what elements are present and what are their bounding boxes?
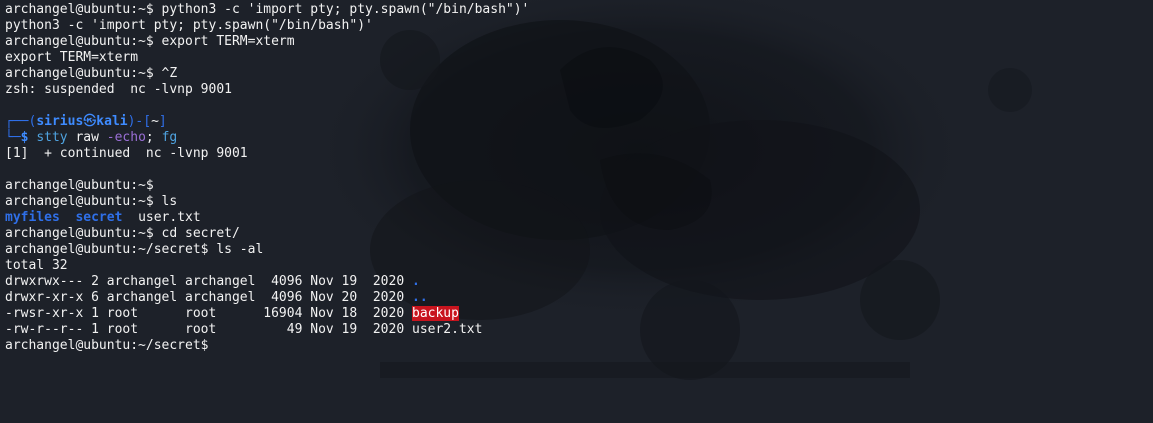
output-text: archangel@ubuntu:~$ ^Z [5, 66, 178, 81]
prompt-frame: ┌──( [5, 114, 37, 129]
output-text: zsh: suspended nc -lvnp 9001 [5, 82, 232, 97]
output-text: python3 -c 'import pty; pty.spawn("/bin/… [5, 18, 373, 33]
directory-name: .. [412, 290, 428, 305]
directory-name: myfiles [5, 210, 60, 225]
output-text: archangel@ubuntu:~$ export TERM=xterm [5, 34, 295, 49]
output-text: -rw-r--r-- 1 root root 49 Nov 19 2020 us… [5, 322, 483, 337]
terminal-line: archangel@ubuntu:~$ ls [5, 194, 529, 210]
directory-name: . [412, 274, 420, 289]
terminal-line: archangel@ubuntu:~/secret$ ls -al [5, 242, 529, 258]
terminal-line: archangel@ubuntu:~$ cd secret/ [5, 226, 529, 242]
command-flag: -echo [106, 130, 146, 145]
terminal-line: python3 -c 'import pty; pty.spawn("/bin/… [5, 18, 529, 34]
prompt-user-host: $ [20, 130, 37, 145]
prompt-user-host: kali [96, 114, 128, 129]
command-name: fg [161, 130, 178, 145]
terminal-line: export TERM=xterm [5, 50, 529, 66]
terminal-line: archangel@ubuntu:~$ python3 -c 'import p… [5, 2, 529, 18]
terminal-line: archangel@ubuntu:~$ ^Z [5, 66, 529, 82]
output-text: archangel@ubuntu:~$ ls [5, 194, 178, 209]
output-text: drwxrwx--- 2 archangel archangel 4096 No… [5, 274, 412, 289]
output-text: export TERM=xterm [5, 50, 139, 65]
prompt-frame: )-[ [127, 114, 152, 129]
terminal-line: -rwsr-xr-x 1 root root 16904 Nov 18 2020… [5, 306, 529, 322]
directory-name: secret [75, 210, 123, 225]
output-text: archangel@ubuntu:~$ cd secret/ [5, 226, 240, 241]
terminal-window[interactable]: archangel@ubuntu:~$ python3 -c 'import p… [0, 0, 1153, 423]
terminal-line: zsh: suspended nc -lvnp 9001 [5, 82, 529, 98]
output-text: raw [67, 130, 107, 145]
terminal-line: archangel@ubuntu:~$ export TERM=xterm [5, 34, 529, 50]
terminal-line: myfiles secret user.txt [5, 210, 529, 226]
prompt-separator-icon: ㉿ [83, 114, 97, 129]
output-text: archangel@ubuntu:~/secret$ [5, 338, 217, 353]
setuid-file-name: backup [412, 306, 459, 321]
terminal-line: archangel@ubuntu:~/secret$ [5, 338, 529, 354]
command-name: stty [36, 130, 68, 145]
output-text: archangel@ubuntu:~/secret$ ls -al [5, 242, 264, 257]
output-text: -rwsr-xr-x 1 root root 16904 Nov 18 2020 [5, 306, 412, 321]
output-text: user.txt [122, 210, 201, 225]
output-text: archangel@ubuntu:~$ [5, 178, 162, 193]
terminal-line: drwxrwx--- 2 archangel archangel 4096 No… [5, 274, 529, 290]
output-text: drwxr-xr-x 6 archangel archangel 4096 No… [5, 290, 412, 305]
terminal-line: total 32 [5, 258, 529, 274]
prompt-path: ~ [151, 114, 159, 129]
terminal-output: archangel@ubuntu:~$ python3 -c 'import p… [5, 2, 529, 354]
output-text: total 32 [5, 258, 68, 273]
terminal-line: └─$ stty raw -echo; fg [5, 130, 529, 146]
terminal-line: archangel@ubuntu:~$ [5, 178, 529, 194]
prompt-user-host: sirius [36, 114, 84, 129]
output-text: [1] + continued nc -lvnp 9001 [5, 146, 248, 161]
terminal-line: [1] + continued nc -lvnp 9001 [5, 146, 529, 162]
terminal-line: ┌──(sirius㉿kali)-[~] [5, 114, 529, 130]
output-text: ; [145, 130, 162, 145]
terminal-line: -rw-r--r-- 1 root root 49 Nov 19 2020 us… [5, 322, 529, 338]
terminal-line: drwxr-xr-x 6 archangel archangel 4096 No… [5, 290, 529, 306]
prompt-frame: └─ [5, 130, 21, 145]
prompt-frame: ] [158, 114, 167, 129]
output-text: archangel@ubuntu:~$ python3 -c 'import p… [5, 2, 530, 17]
